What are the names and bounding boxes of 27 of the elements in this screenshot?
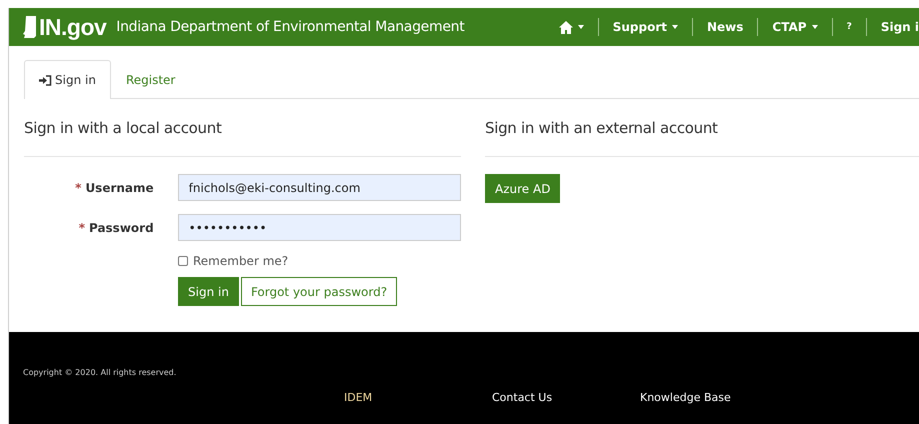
footer-link[interactable]: IDEM xyxy=(344,391,492,404)
section-heading: Sign in with an external account xyxy=(485,119,919,157)
checkbox-label: Remember me? xyxy=(193,254,288,268)
nav-link[interactable]: News xyxy=(692,18,758,36)
logo[interactable]: IN.gov xyxy=(39,14,106,40)
checkbox[interactable] xyxy=(178,256,188,266)
nav-link[interactable]: Support xyxy=(598,18,692,36)
forgot-password-button[interactable]: Forgot your password? xyxy=(240,277,398,306)
nav-link[interactable]: Sign i xyxy=(866,18,919,36)
tab[interactable]: Sign in xyxy=(24,60,111,99)
sign-in-button[interactable]: Sign in xyxy=(178,277,239,306)
sign-in-icon xyxy=(39,74,52,86)
help-link[interactable]: ? xyxy=(832,18,866,36)
state-outline-icon xyxy=(23,16,37,38)
copyright-text: Copyright © 2020. All rights reserved. xyxy=(23,368,176,377)
footer-link[interactable]: Knowledge Base xyxy=(640,391,788,404)
field-label: * Password xyxy=(78,220,154,234)
provider-button[interactable]: Azure AD xyxy=(485,174,560,203)
input-field[interactable]: fnichols@eki-consulting.com xyxy=(178,174,461,201)
tab[interactable]: Register xyxy=(110,60,190,98)
footer-link[interactable]: Contact Us xyxy=(492,391,640,404)
input-field[interactable]: ••••••••••• xyxy=(178,214,461,241)
home-icon xyxy=(558,20,573,34)
site-title: Indiana Department of Environmental Management xyxy=(116,19,464,35)
section-heading: Sign in with a local account xyxy=(24,119,461,157)
nav-link[interactable]: CTAP xyxy=(757,18,832,36)
field-label: * Username xyxy=(74,180,154,194)
